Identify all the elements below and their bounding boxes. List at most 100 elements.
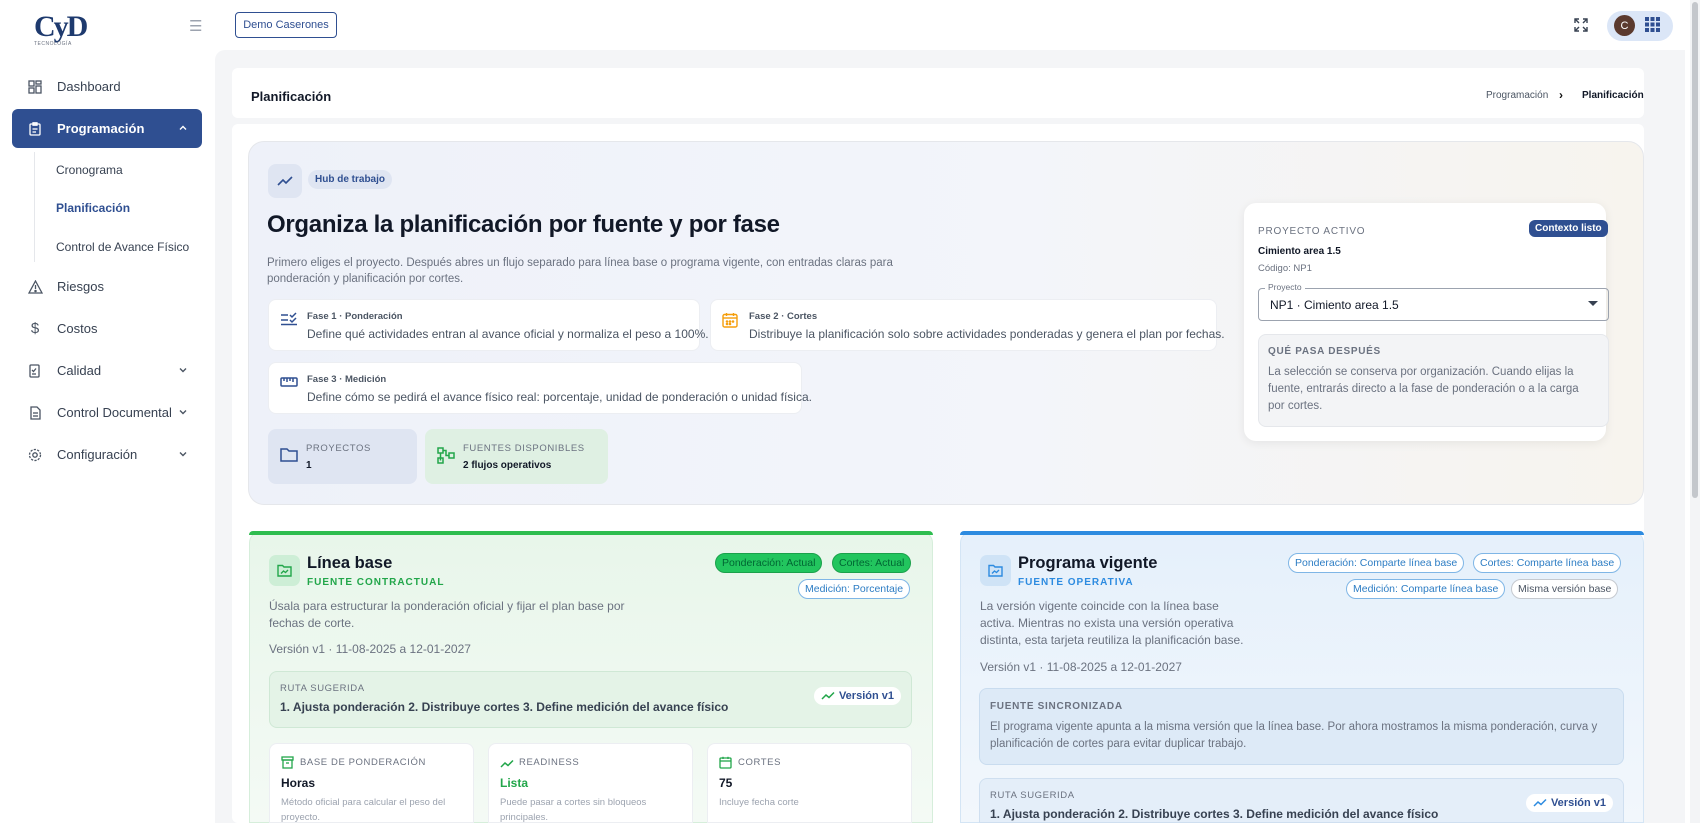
card-accent-bar: [960, 531, 1644, 535]
apps-grid-icon[interactable]: [1645, 17, 1660, 37]
breadcrumb-programacion[interactable]: Programación: [1486, 90, 1548, 101]
stat-fuentes: FUENTES DISPONIBLES 2 flujos operativos: [425, 429, 608, 484]
source-subtitle: FUENTE OPERATIVA: [1018, 577, 1134, 588]
sidebar-item-label: Dashboard: [57, 79, 121, 94]
sidebar-item-label: Costos: [57, 321, 98, 336]
mini-card-base-ponderacion: BASE DE PONDERACIÓN Horas Método oficial…: [269, 743, 474, 823]
mini-label: CORTES: [738, 757, 782, 768]
logo-text: CyD: [34, 10, 88, 43]
caret-down-icon[interactable]: [1588, 301, 1598, 306]
submenu-line: [34, 152, 35, 262]
checklist-icon: [280, 312, 298, 331]
archive-icon: [281, 756, 294, 774]
sidebar-item-label: Programación: [57, 121, 145, 136]
mini-description: Puede pasar a cortes sin bloqueos princi…: [500, 797, 647, 823]
chip-cortes: Cortes: Comparte línea base: [1473, 553, 1622, 573]
breadcrumb-planificacion: Planificación: [1582, 90, 1644, 101]
chevron-down-icon: [178, 363, 188, 378]
ruler-icon: [280, 375, 298, 393]
phase-card-medicion[interactable]: Fase 3 · Medición Define cómo se pedirá …: [268, 362, 812, 414]
logo[interactable]: CyD TECNOLOGÍA: [34, 10, 90, 52]
chevron-up-icon: [178, 121, 188, 136]
calendar-icon: [722, 312, 738, 333]
mini-description: Incluye fecha corte: [719, 797, 799, 808]
source-title: Línea base: [307, 554, 393, 572]
suggested-route: RUTA SUGERIDA 1. Ajusta ponderación 2. D…: [979, 778, 1624, 823]
folder-chart-icon: [269, 555, 300, 586]
dollar-icon: $: [30, 320, 40, 337]
avatar[interactable]: C: [1614, 15, 1635, 36]
sidebar: CyD TECNOLOGÍA ☰ Dashboard Programación …: [0, 0, 214, 823]
gear-icon: [27, 447, 43, 463]
source-subtitle: FUENTE CONTRACTUAL: [307, 577, 445, 588]
warning-icon: [27, 279, 43, 295]
source-description: Úsala para estructurar la ponderación of…: [269, 599, 625, 630]
sidebar-item-configuracion[interactable]: Configuración: [12, 435, 202, 474]
version-badge[interactable]: Versión v1: [1525, 794, 1613, 812]
sidebar-subitem-cronograma[interactable]: Cronograma: [56, 163, 123, 177]
dashboard-icon: [27, 79, 43, 95]
source-version: Versión v1 · 11-08-2025 a 12-01-2027: [980, 660, 1182, 674]
project-selector-button[interactable]: Demo Caserones: [235, 12, 337, 38]
trend-icon: [1533, 798, 1547, 807]
stat-proyectos: PROYECTOS 1: [268, 429, 417, 484]
version-badge-label: Versión v1: [1550, 797, 1606, 809]
phase-title: Fase 1 · Ponderación: [307, 311, 403, 322]
route-label: RUTA SUGERIDA: [990, 790, 1075, 801]
sidebar-subitem-planificacion[interactable]: Planificación: [56, 201, 130, 215]
source-title: Programa vigente: [1018, 554, 1158, 572]
sidebar-item-riesgos[interactable]: Riesgos: [12, 267, 202, 306]
phase-title: Fase 3 · Medición: [307, 374, 387, 385]
sidebar-item-costos[interactable]: $ Costos: [12, 309, 202, 348]
status-badge: Contexto listo: [1529, 220, 1608, 237]
project-code: Código: NP1: [1258, 263, 1312, 274]
project-select-value: NP1 · Cimiento area 1.5: [1270, 298, 1399, 312]
phase-card-ponderacion[interactable]: Fase 1 · Ponderación Define qué activida…: [268, 299, 709, 351]
phase-description: Define cómo se pedirá el avance físico r…: [307, 390, 812, 404]
next-steps-description: La selección se conserva por organizació…: [1268, 366, 1579, 412]
calendar-icon: [719, 756, 732, 774]
stat-value: 1: [306, 460, 312, 471]
project-panel-label: PROYECTO ACTIVO: [1258, 226, 1366, 237]
mini-label: READINESS: [519, 757, 580, 768]
chip-medicion: Medición: Comparte línea base: [1346, 579, 1506, 599]
sidebar-subitem-control-avance[interactable]: Control de Avance Físico: [56, 240, 189, 254]
mini-card-cortes: CORTES 75 Incluye fecha corte: [707, 743, 912, 823]
stat-value: 2 flujos operativos: [463, 460, 552, 471]
scrollbar-thumb[interactable]: [1692, 2, 1698, 498]
trend-icon: [268, 164, 302, 198]
mini-value: Lista: [500, 776, 529, 790]
sidebar-item-label: Riesgos: [57, 279, 104, 294]
clipboard-icon: [27, 121, 43, 137]
project-select-label: Proyecto: [1265, 282, 1305, 292]
topbar: [214, 0, 1700, 50]
version-badge-label: Versión v1: [838, 690, 894, 702]
phase-description: Define qué actividades entran al avance …: [307, 327, 709, 341]
folder-chart-icon: [980, 555, 1011, 586]
chevron-down-icon: [178, 405, 188, 420]
menu-toggle-icon[interactable]: ☰: [189, 17, 202, 35]
phase-card-cortes[interactable]: Fase 2 · Cortes Distribuye la planificac…: [710, 299, 1225, 351]
sidebar-item-control-documental[interactable]: Control Documental: [12, 393, 202, 432]
sidebar-item-dashboard[interactable]: Dashboard: [12, 67, 202, 106]
sidebar-item-programacion[interactable]: Programación: [12, 109, 202, 148]
page-title: Planificación: [251, 89, 332, 104]
fullscreen-icon[interactable]: [1574, 18, 1588, 37]
version-badge[interactable]: Versión v1: [813, 687, 901, 705]
hero-description: Primero eliges el proyecto. Después abre…: [267, 257, 893, 285]
sidebar-item-label: Calidad: [57, 363, 102, 378]
card-accent-bar: [249, 531, 933, 535]
suggested-route: RUTA SUGERIDA 1. Ajusta ponderación 2. D…: [269, 671, 912, 728]
mini-value: Horas: [281, 776, 316, 790]
route-value: 1. Ajusta ponderación 2. Distribuye cort…: [990, 807, 1439, 821]
sync-title: FUENTE SINCRONIZADA: [990, 701, 1123, 712]
phase-description: Distribuye la planificación solo sobre a…: [749, 327, 1225, 341]
folder-icon: [280, 447, 298, 467]
hero-title: Organiza la planificación por fuente y p…: [267, 211, 780, 238]
sidebar-item-calidad[interactable]: Calidad: [12, 351, 202, 390]
route-value: 1. Ajusta ponderación 2. Distribuye cort…: [280, 700, 729, 714]
sync-description: El programa vigente apunta a la misma ve…: [990, 721, 1598, 750]
route-label: RUTA SUGERIDA: [280, 683, 365, 694]
mini-value: 75: [719, 776, 733, 790]
phase-title: Fase 2 · Cortes: [749, 311, 818, 322]
